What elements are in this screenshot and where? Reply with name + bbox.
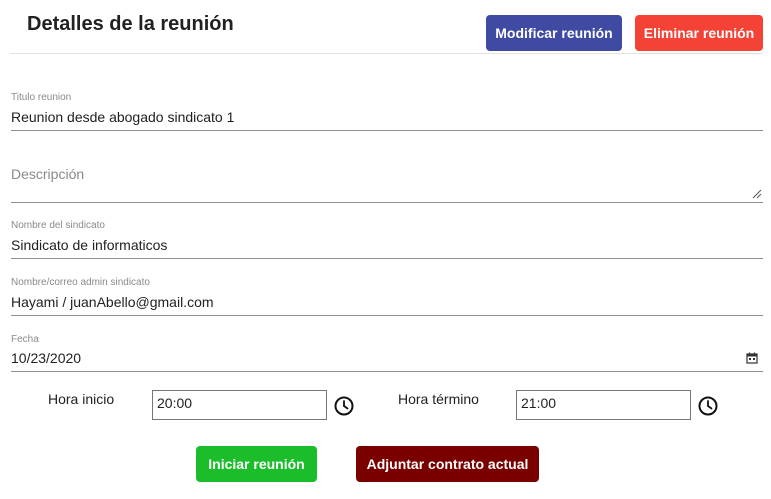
date-underline <box>11 371 763 372</box>
date-label: Fecha <box>11 334 39 345</box>
start-meeting-button[interactable]: Iniciar reunión <box>196 446 317 482</box>
title-field-value[interactable]: Reunion desde abogado sindicato 1 <box>11 109 234 125</box>
union-name-underline <box>11 258 763 259</box>
union-name-label: Nombre del sindicato <box>11 220 105 231</box>
description-placeholder: Descripción <box>11 166 85 182</box>
calendar-icon[interactable] <box>746 352 758 364</box>
end-time-label: Hora término <box>398 391 479 407</box>
start-time-input[interactable]: 20:00 <box>152 390 327 420</box>
description-field-underline <box>11 202 763 203</box>
union-name-value[interactable]: Sindicato de informaticos <box>11 237 167 253</box>
delete-meeting-button[interactable]: Eliminar reunión <box>635 15 763 51</box>
attach-contract-button[interactable]: Adjuntar contrato actual <box>356 446 539 482</box>
modify-meeting-button[interactable]: Modificar reunión <box>486 15 622 51</box>
admin-label: Nombre/correo admin sindicato <box>11 277 150 288</box>
header-divider <box>10 53 763 54</box>
title-field-label: Titulo reunion <box>11 92 72 103</box>
date-value[interactable]: 10/23/2020 <box>11 350 81 366</box>
clock-icon[interactable] <box>334 396 354 416</box>
end-time-input[interactable]: 21:00 <box>516 390 691 420</box>
admin-underline <box>11 315 763 316</box>
clock-icon[interactable] <box>698 396 718 416</box>
admin-value[interactable]: Hayami / juanAbello@gmail.com <box>11 294 214 310</box>
start-time-label: Hora inicio <box>48 391 115 407</box>
resize-grip-icon[interactable] <box>750 187 762 199</box>
page-title: Detalles de la reunión <box>27 13 234 35</box>
title-field-underline <box>11 130 763 131</box>
